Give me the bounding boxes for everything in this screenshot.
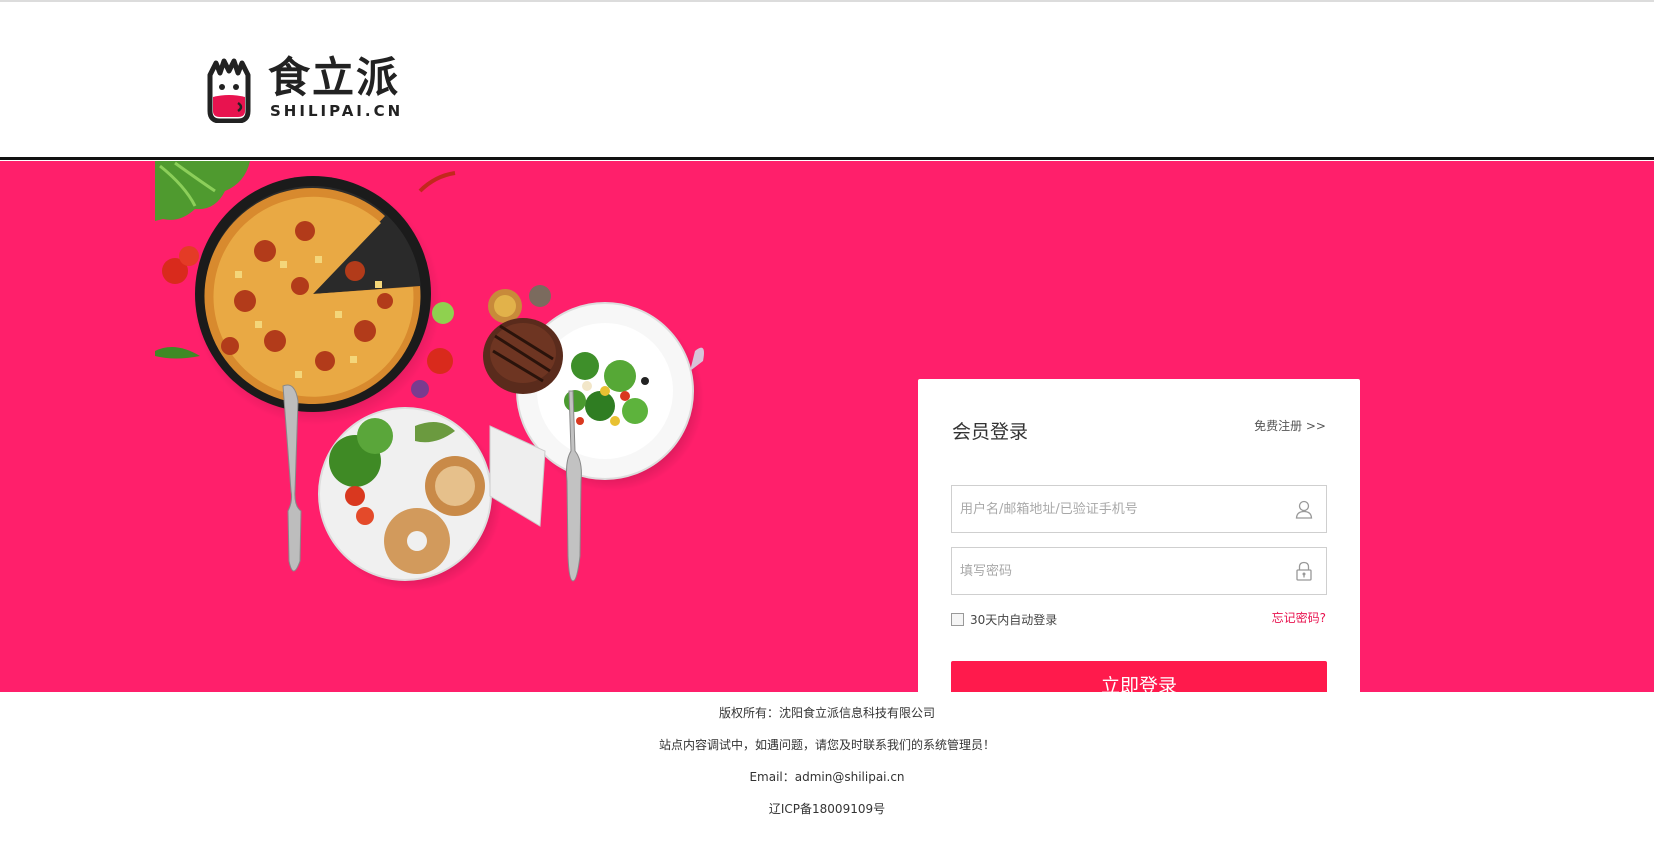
logo-name-en: SHILIPAI.CN — [270, 102, 404, 120]
site-logo[interactable]: 食立派 SHILIPAI.CN — [204, 52, 403, 124]
hero-banner: 会员登录 免费注册 >> 30天内自动登录 忘记密码? 立即登录 — [0, 161, 1654, 692]
logo-name-cn: 食立派 — [268, 53, 401, 102]
footer-copyright: 版权所有：沈阳食立派信息科技有限公司 — [718, 706, 935, 720]
site-header: 食立派 SHILIPAI.CN — [0, 2, 1654, 160]
login-panel: 会员登录 免费注册 >> 30天内自动登录 忘记密码? 立即登录 — [918, 379, 1360, 692]
lock-icon — [1296, 561, 1312, 581]
password-input[interactable] — [952, 551, 1272, 591]
food-illustration — [155, 161, 704, 591]
site-footer: 版权所有：沈阳食立派信息科技有限公司 站点内容调试中，如遇问题，请您及时联系我们… — [0, 692, 1654, 855]
remember-checkbox[interactable] — [951, 613, 964, 626]
footer-notice: 站点内容调试中，如遇问题，请您及时联系我们的系统管理员！ — [658, 738, 995, 752]
footer-email: Email：admin@shilipai.cn — [749, 770, 905, 784]
forgot-password-link[interactable]: 忘记密码? — [1272, 609, 1326, 626]
username-input[interactable] — [952, 489, 1272, 529]
login-title: 会员登录 — [952, 421, 1029, 443]
logo-mascot-icon — [207, 58, 251, 123]
remember-label: 30天内自动登录 — [970, 613, 1058, 627]
register-link[interactable]: 免费注册 >> — [1254, 417, 1326, 434]
username-field[interactable] — [951, 485, 1327, 533]
remember-me[interactable]: 30天内自动登录 — [951, 611, 1057, 628]
login-button[interactable]: 立即登录 — [951, 661, 1327, 692]
password-field[interactable] — [951, 547, 1327, 595]
footer-icp[interactable]: 辽ICP备18009109号 — [0, 793, 1654, 825]
user-icon — [1295, 500, 1313, 519]
